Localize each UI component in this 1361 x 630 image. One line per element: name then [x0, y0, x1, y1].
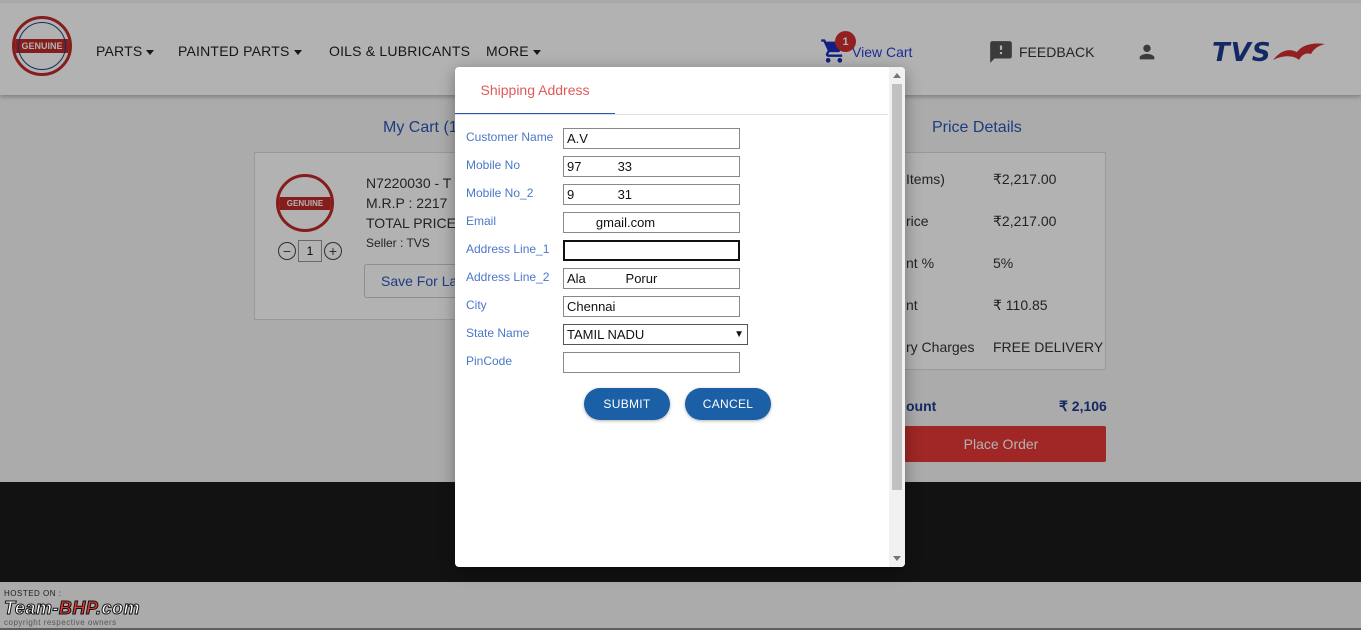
pincode-label: PinCode — [466, 354, 513, 368]
cancel-button[interactable]: CANCEL — [685, 388, 771, 420]
city-field[interactable] — [563, 296, 740, 317]
watermark-site-a: Team- — [4, 598, 59, 619]
address-line-1-label: Address Line_1 — [466, 242, 550, 256]
hosting-watermark: HOSTED ON : Team-BHP.com copyright respe… — [4, 589, 141, 627]
customer-name-label: Customer Name — [466, 130, 554, 144]
pincode-field[interactable] — [563, 352, 740, 373]
email-label: Email — [466, 214, 497, 228]
scroll-thumb[interactable] — [892, 84, 902, 490]
tab-shipping-address[interactable]: Shipping Address — [455, 67, 615, 115]
mobile-no-2-label: Mobile No_2 — [466, 186, 534, 200]
state-name-label: State Name — [466, 326, 530, 340]
state-select[interactable]: TAMIL NADU ▼ — [563, 324, 748, 345]
watermark-hosted-on: HOSTED ON : — [4, 589, 62, 598]
watermark-site-b: BHP — [58, 598, 97, 619]
mobile-no-label: Mobile No — [466, 158, 521, 172]
watermark-site: Team-BHP.com — [4, 598, 141, 619]
address-line-2-label: Address Line_2 — [466, 270, 550, 284]
email-field[interactable] — [563, 212, 740, 233]
scroll-down-arrow-icon[interactable] — [893, 556, 901, 561]
state-select-value: TAMIL NADU — [567, 327, 645, 342]
modal-divider — [455, 114, 888, 115]
mobile-no-field[interactable] — [563, 156, 740, 177]
city-label: City — [466, 298, 487, 312]
address-line-2-field[interactable] — [563, 268, 740, 289]
watermark-copyright: copyright respective owners — [4, 618, 117, 627]
chevron-down-icon: ▼ — [734, 329, 744, 340]
customer-name-field[interactable] — [563, 128, 740, 149]
watermark-site-c: .com — [96, 598, 141, 619]
scroll-up-arrow-icon[interactable] — [893, 73, 901, 78]
address-line-1-field[interactable] — [563, 240, 740, 261]
shipping-address-modal: Shipping Address Customer Name Mobile No… — [455, 67, 905, 567]
modal-scrollbar[interactable] — [889, 67, 905, 567]
submit-button[interactable]: SUBMIT — [584, 388, 670, 420]
mobile-no-2-field[interactable] — [563, 184, 740, 205]
